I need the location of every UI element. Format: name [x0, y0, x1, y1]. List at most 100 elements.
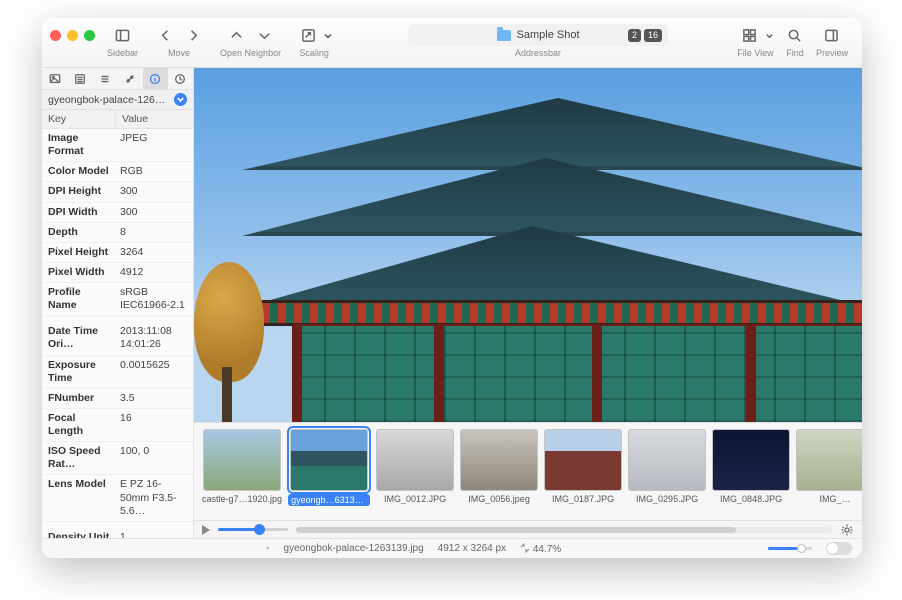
image-viewer[interactable]: [194, 68, 862, 422]
metadata-key: Pixel Width: [42, 263, 116, 282]
scaling-group: Scaling: [295, 24, 333, 58]
thumbnail-item[interactable]: IMG_0187.JPG: [544, 429, 622, 504]
metadata-key: Lens Model: [42, 475, 116, 520]
metadata-row: Lens ModelE PZ 16-50mm F3.5-5.6…: [42, 475, 193, 521]
info-icon[interactable]: [174, 93, 187, 106]
metadata-value: 1: [116, 528, 193, 538]
thumbnail-item[interactable]: IMG_0056.jpeg: [460, 429, 538, 504]
thumbnail-image: [376, 429, 454, 491]
metadata-value: RGB: [116, 162, 193, 181]
thumbnail-size-slider[interactable]: [218, 528, 288, 531]
sidebar-tabs: [42, 68, 193, 90]
addressbar-badges: 2 16: [628, 29, 662, 42]
metadata-row: DPI Height300: [42, 182, 193, 202]
scaling-button[interactable]: [295, 24, 321, 46]
thumbnail-label: IMG_0187.JPG: [552, 494, 614, 504]
metadata-header: Key Value: [42, 110, 193, 129]
open-neighbor-up-button[interactable]: [224, 24, 250, 46]
metadata-value: 2013:11:08 14:01:26: [116, 322, 193, 354]
move-next-button[interactable]: [180, 24, 206, 46]
folder-icon: [497, 30, 511, 41]
thumbnail-item[interactable]: castle-g7…1920.jpg: [202, 429, 282, 504]
sidebar-tab-history[interactable]: [168, 68, 193, 89]
view-toggle[interactable]: [826, 542, 852, 555]
zoom-slider[interactable]: [768, 547, 812, 550]
move-prev-button[interactable]: [152, 24, 178, 46]
thumbnail-item[interactable]: gyeongb…63139.jpg: [288, 429, 370, 506]
thumbnail-label: IMG_0056.jpeg: [468, 494, 530, 504]
thumbnail-item[interactable]: IMG_0295.JPG: [628, 429, 706, 504]
addressbar-label: Addressbar: [515, 48, 561, 58]
metadata-header-key: Key: [42, 110, 116, 128]
metadata-row: Pixel Width4912: [42, 263, 193, 283]
image-content-tree: [194, 252, 264, 422]
metadata-value: 16: [116, 409, 193, 441]
main: castle-g7…1920.jpg gyeongb…63139.jpg IMG_0…: [194, 68, 862, 538]
metadata-value: 8: [116, 223, 193, 242]
sidebar-tab-images[interactable]: [42, 68, 67, 89]
status-dimensions: 4912 x 3264 px: [438, 543, 506, 554]
addressbar-field[interactable]: Sample Shot 2 16: [408, 24, 668, 46]
fileview-label: File View: [737, 48, 773, 58]
sidebar-tab-menu[interactable]: [92, 68, 117, 89]
close-icon[interactable]: [50, 30, 61, 41]
thumbnail-image: [460, 429, 538, 491]
metadata-row: Density Unit1: [42, 528, 193, 538]
metadata-row: Color ModelRGB: [42, 162, 193, 182]
body: gyeongbok-palace-1263139.jpg Key Value I…: [42, 68, 862, 538]
status-bar: ◦ gyeongbok-palace-1263139.jpg 4912 x 32…: [42, 538, 862, 558]
app-window: Sidebar Move Open Neighbor Scalin: [42, 18, 862, 558]
metadata-value: 3264: [116, 243, 193, 262]
status-dot-icon: ◦: [266, 543, 270, 554]
metadata-key: FNumber: [42, 389, 116, 408]
preview-button[interactable]: [819, 24, 845, 46]
scaling-dropdown-icon[interactable]: [323, 24, 333, 46]
status-zoom: 44.7%: [533, 544, 561, 555]
thumbnail-label: castle-g7…1920.jpg: [202, 494, 282, 504]
thumbnail-item[interactable]: IMG_…: [796, 429, 862, 504]
metadata-row: Profile NamesRGB IEC61966-2.1: [42, 283, 193, 316]
fileview-button[interactable]: [737, 24, 763, 46]
metadata-key: Profile Name: [42, 283, 116, 315]
badge-count-2: 16: [644, 29, 662, 42]
thumbnail-label: IMG_0012.JPG: [384, 494, 446, 504]
gear-icon[interactable]: [840, 523, 854, 537]
metadata-row: Date Time Ori…2013:11:08 14:01:26: [42, 322, 193, 355]
sidebar-tab-info[interactable]: [143, 68, 168, 89]
minimize-icon[interactable]: [67, 30, 78, 41]
thumbnail-image: [544, 429, 622, 491]
open-neighbor-group: Open Neighbor: [220, 24, 281, 58]
sidebar-toggle-button[interactable]: [110, 24, 136, 46]
thumbnail-item[interactable]: IMG_0012.JPG: [376, 429, 454, 504]
metadata-key: Depth: [42, 223, 116, 242]
metadata-row: Focal Length16: [42, 409, 193, 442]
metadata-value: 0.0015625: [116, 356, 193, 388]
metadata-table: Key Value Image FormatJPEGColor ModelRGB…: [42, 110, 193, 538]
fullscreen-icon[interactable]: [84, 30, 95, 41]
thumbnail-item[interactable]: IMG_0848.JPG: [712, 429, 790, 504]
thumbnail-image: [203, 429, 281, 491]
metadata-key: DPI Width: [42, 203, 116, 222]
metadata-value: 300: [116, 203, 193, 222]
thumbnail-controls: [194, 520, 862, 538]
sidebar-tab-adjust[interactable]: [118, 68, 143, 89]
find-button[interactable]: [782, 24, 808, 46]
open-neighbor-label: Open Neighbor: [220, 48, 281, 58]
metadata-key: Image Format: [42, 129, 116, 161]
metadata-key: Focal Length: [42, 409, 116, 441]
metadata-row: FNumber3.5: [42, 389, 193, 409]
thumbnail-scrollbar[interactable]: [296, 527, 832, 533]
metadata-value: E PZ 16-50mm F3.5-5.6…: [116, 475, 193, 520]
open-neighbor-down-button[interactable]: [252, 24, 278, 46]
sidebar-tab-list[interactable]: [67, 68, 92, 89]
sidebar-toggle-group: Sidebar: [107, 24, 138, 58]
preview-label: Preview: [816, 48, 848, 58]
image-content-cornice: [246, 300, 862, 326]
play-icon[interactable]: [202, 525, 210, 535]
metadata-value: 3.5: [116, 389, 193, 408]
metadata-value: 100, 0: [116, 442, 193, 474]
metadata-key: Color Model: [42, 162, 116, 181]
move-group: Move: [152, 24, 206, 58]
thumbnail-image: [628, 429, 706, 491]
fileview-dropdown-icon[interactable]: [765, 24, 774, 46]
